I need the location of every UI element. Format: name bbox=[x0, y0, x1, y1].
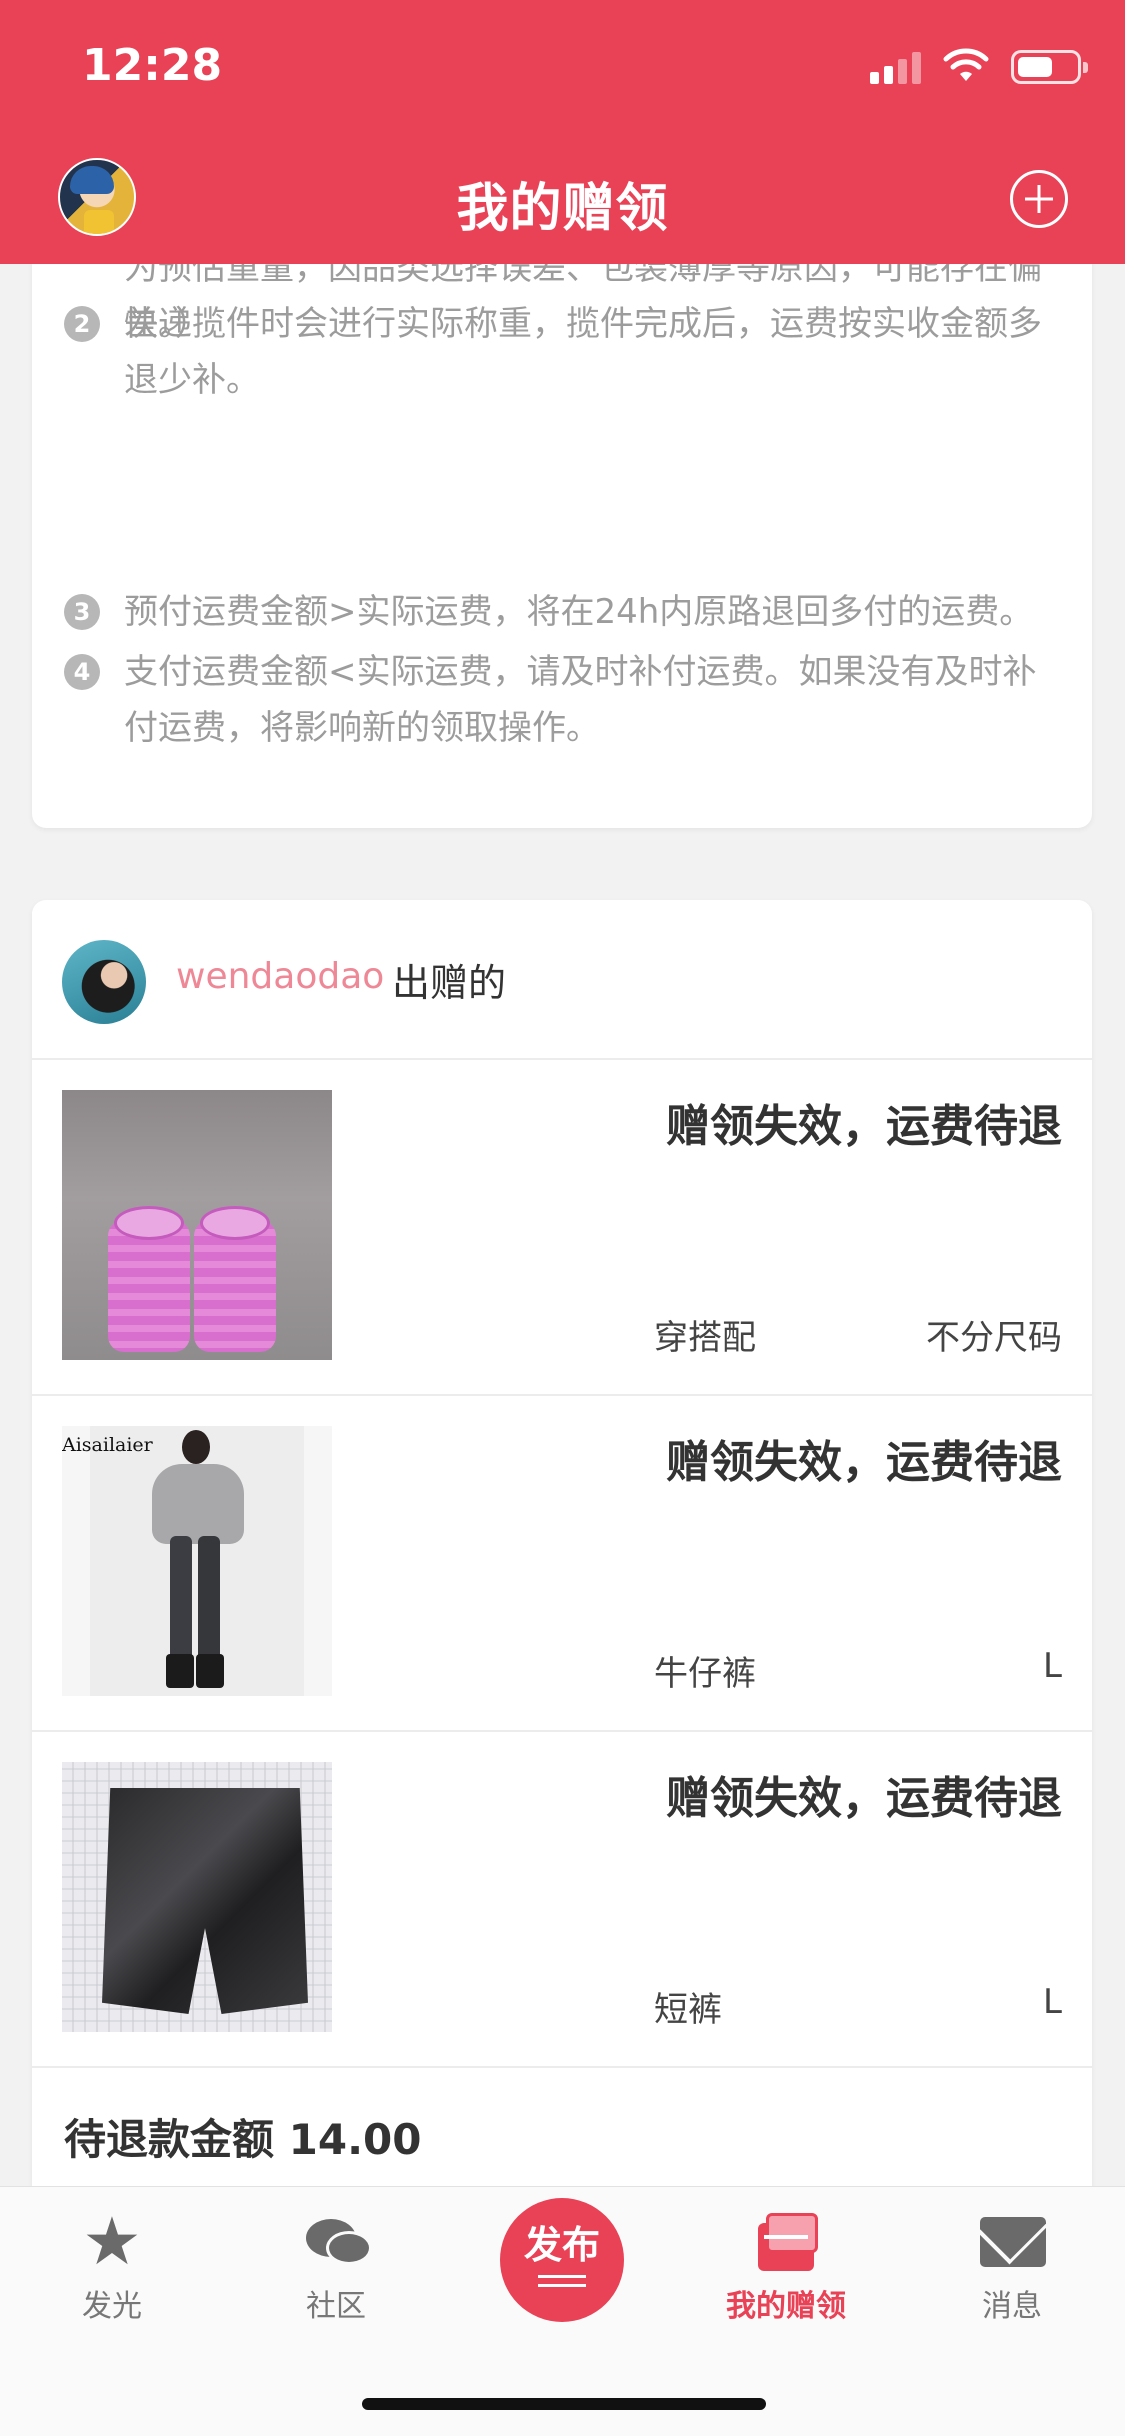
giver-avatar[interactable] bbox=[62, 940, 146, 1024]
status-time: 12:28 bbox=[82, 40, 223, 91]
publish-button[interactable]: 发布 bbox=[500, 2198, 624, 2322]
add-button[interactable] bbox=[1010, 170, 1068, 228]
mail-icon bbox=[978, 2211, 1046, 2273]
signal-icon bbox=[870, 48, 921, 84]
notice-item: 2 快递揽件时会进行实际称重，揽件完成后，运费按实收金额多 退少补。 bbox=[64, 296, 1092, 408]
wifi-icon bbox=[943, 48, 989, 81]
notice-text: 支付运费金额<实际运费，请及时补付运费。如果没有及时补 付运费，将影响新的领取操… bbox=[124, 652, 1037, 748]
order-item-row[interactable]: 赠领失效，运费待退 穿搭配 不分尺码 bbox=[32, 1060, 1092, 1396]
shipping-notice-card: 1 领取时支付的运费为预估运费（出赠方发布闲置时的物品重量 为预估重量，因品类选… bbox=[32, 250, 1092, 828]
app-header: 12:28 我的赠领 bbox=[0, 0, 1125, 264]
notice-text: 快递揽件时会进行实际称重，揽件完成后，运费按实收金额多 退少补。 bbox=[124, 304, 1042, 400]
tab-label: 社区 bbox=[306, 2289, 366, 2324]
item-category: 牛仔裤 bbox=[654, 1654, 756, 1694]
publish-label: 发布 bbox=[523, 2223, 600, 2267]
notice-number-badge: 3 bbox=[64, 594, 100, 630]
notice-number-badge: 4 bbox=[64, 654, 100, 690]
notice-text: 预付运费金额>实际运费，将在24h内原路退回多付的运费。 bbox=[124, 592, 1034, 632]
notice-item: 3 预付运费金额>实际运费，将在24h内原路退回多付的运费。 bbox=[64, 584, 1092, 640]
tab-label: 我的赠领 bbox=[726, 2289, 846, 2324]
tab-label: 消息 bbox=[982, 2289, 1042, 2324]
tab-messages[interactable]: 消息 bbox=[932, 2211, 1092, 2325]
item-size: L bbox=[1043, 1646, 1062, 1686]
item-image-jeans: Aisailaier bbox=[62, 1426, 332, 1696]
item-image-shorts bbox=[62, 1762, 332, 2032]
giver-name[interactable]: wendaodao bbox=[176, 956, 384, 997]
item-status: 赠领失效，运费待退 bbox=[666, 1773, 1062, 1824]
tab-community[interactable]: 社区 bbox=[256, 2211, 416, 2325]
order-item-row[interactable]: Aisailaier 赠领失效，运费待退 牛仔裤 L bbox=[32, 1396, 1092, 1732]
star-icon: ★ bbox=[82, 2203, 142, 2280]
item-status: 赠领失效，运费待退 bbox=[666, 1437, 1062, 1488]
status-icons bbox=[870, 48, 1088, 84]
refund-amount: 待退款金额 14.00 bbox=[64, 2115, 422, 2164]
item-size: L bbox=[1043, 1982, 1062, 2022]
item-size: 不分尺码 bbox=[926, 1318, 1062, 1358]
notice-item: 4 支付运费金额<实际运费，请及时补付运费。如果没有及时补 付运费，将影响新的领… bbox=[64, 644, 1092, 756]
notice-number-badge: 2 bbox=[64, 306, 100, 342]
order-item-row[interactable]: 赠领失效，运费待退 短裤 L bbox=[32, 1732, 1092, 2068]
tab-label: 发光 bbox=[82, 2289, 142, 2324]
item-category: 短裤 bbox=[654, 1990, 722, 2030]
item-category: 穿搭配 bbox=[654, 1318, 756, 1358]
book-icon bbox=[752, 2211, 820, 2273]
order-card[interactable]: wendaodao 出赠的 赠领失效，运费待退 穿搭配 不分尺码 Aisaila… bbox=[32, 900, 1092, 2200]
page-title: 我的赠领 bbox=[456, 179, 669, 239]
image-brand-text: Aisailaier bbox=[62, 1434, 153, 1456]
giver-row[interactable]: wendaodao 出赠的 bbox=[32, 900, 1092, 1060]
tab-my-gifts[interactable]: 我的赠领 bbox=[706, 2211, 866, 2325]
home-indicator[interactable] bbox=[362, 2398, 766, 2410]
item-image-hair-rollers bbox=[62, 1090, 332, 1360]
tab-faguang[interactable]: ★ 发光 bbox=[32, 2203, 192, 2325]
giver-suffix: 出赠的 bbox=[392, 961, 507, 1005]
battery-icon bbox=[1011, 50, 1088, 84]
item-status: 赠领失效，运费待退 bbox=[666, 1101, 1062, 1152]
chat-bubbles-icon bbox=[302, 2211, 372, 2273]
menu-lines-icon bbox=[538, 2275, 586, 2287]
